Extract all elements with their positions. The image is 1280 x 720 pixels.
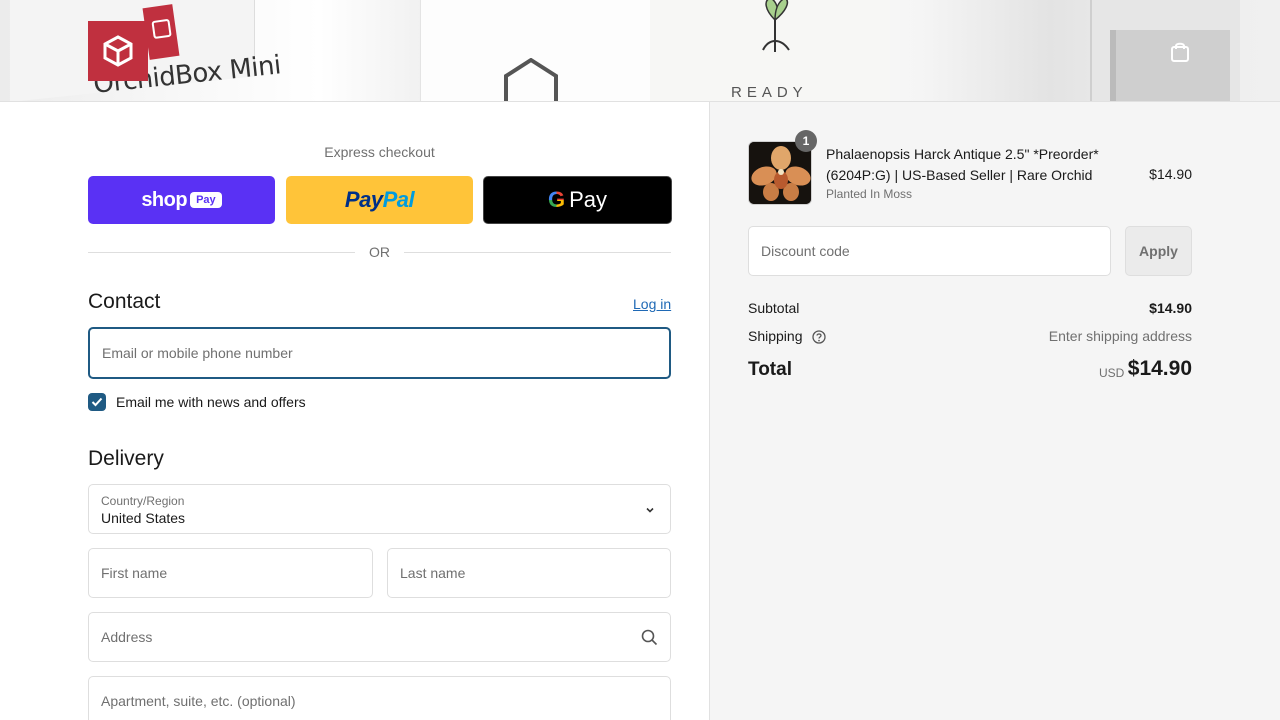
or-divider: OR: [88, 242, 671, 262]
address-field[interactable]: [88, 612, 671, 662]
discount-code-field[interactable]: [748, 226, 1111, 276]
address-input[interactable]: [89, 613, 670, 661]
shipping-value: Enter shipping address: [1048, 328, 1192, 344]
google-g-icon: G: [547, 187, 566, 212]
country-value: United States: [101, 510, 186, 526]
help-circle-icon[interactable]: [812, 330, 827, 344]
news-checkbox-label: Email me with news and offers: [116, 394, 306, 410]
email-input[interactable]: [90, 329, 669, 377]
checkmark-icon: [91, 397, 103, 407]
subtotal-value: $14.90: [1149, 300, 1192, 316]
last-name-input[interactable]: [388, 549, 670, 597]
paypal-pay-text: Pay: [344, 187, 383, 212]
shopping-bag-svg: [1171, 42, 1189, 62]
banner-box-far-right: [1090, 0, 1240, 101]
last-name-field[interactable]: [387, 548, 671, 598]
news-checkbox[interactable]: [88, 393, 106, 411]
divider-line-right: [404, 251, 671, 253]
google-pay-text: Pay: [569, 187, 608, 212]
product-variant: Planted In Moss: [826, 187, 913, 201]
shop-pay-button[interactable]: shop Pay: [88, 176, 275, 224]
help-circle-svg: [812, 330, 827, 344]
total-label: Total: [748, 359, 792, 380]
google-pay-button[interactable]: G Pay: [483, 176, 672, 224]
header-banner: OrchidBox Mini READY: [0, 0, 1280, 102]
country-label: Country/Region: [101, 494, 185, 508]
quantity-badge: 1: [795, 130, 817, 152]
cube-logo-icon[interactable]: [88, 21, 148, 81]
login-link[interactable]: Log in: [633, 296, 671, 312]
delivery-title: Delivery: [88, 447, 164, 470]
or-label: OR: [369, 244, 390, 260]
banner-box-center: [420, 0, 650, 101]
product-name: Phalaenopsis Harck Antique 2.5" *Preorde…: [826, 146, 1099, 183]
shop-pay-word: shop: [141, 188, 188, 211]
express-checkout-label: Express checkout: [324, 144, 435, 160]
product-price: $14.90: [1149, 166, 1192, 182]
sprout-icon: [762, 0, 790, 52]
email-field[interactable]: [88, 327, 671, 379]
logo-cube-svg: [103, 35, 133, 67]
apartment-field[interactable]: [88, 676, 671, 720]
shipping-row: Shipping: [748, 328, 827, 344]
paypal-logo: PayPal: [344, 187, 415, 213]
total-value: $14.90: [1127, 357, 1192, 380]
divider-line-left: [88, 251, 355, 253]
chevron-down-icon: [646, 507, 654, 513]
shop-pay-tag: Pay: [190, 192, 222, 208]
contact-title: Contact: [88, 290, 161, 313]
shipping-label: Shipping: [748, 328, 803, 344]
total-currency: USD: [1099, 366, 1125, 380]
banner-ready-text: READY: [731, 84, 808, 101]
paypal-button[interactable]: PayPal: [286, 176, 473, 224]
shopping-bag-icon[interactable]: [1166, 38, 1194, 66]
banner-box-logo-icon: [504, 58, 558, 101]
search-icon: [641, 629, 658, 646]
paypal-pal-text: Pal: [382, 187, 415, 212]
apply-discount-button[interactable]: Apply: [1125, 226, 1192, 276]
first-name-input[interactable]: [89, 549, 372, 597]
news-checkbox-row: Email me with news and offers: [88, 393, 306, 411]
first-name-field[interactable]: [88, 548, 373, 598]
country-select[interactable]: Country/Region United States: [88, 484, 671, 534]
apartment-input[interactable]: [89, 677, 670, 720]
google-pay-logo: G Pay: [548, 187, 607, 213]
discount-code-input[interactable]: [749, 227, 1110, 275]
subtotal-label: Subtotal: [748, 300, 800, 316]
